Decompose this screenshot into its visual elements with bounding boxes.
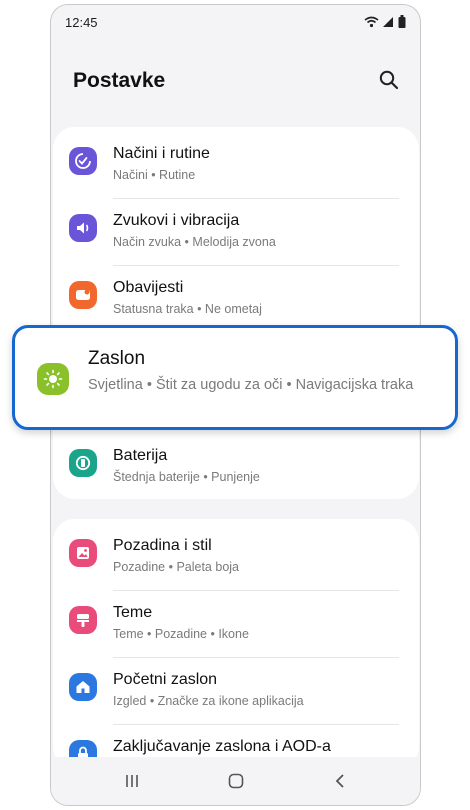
display-sun-icon [37,363,69,395]
settings-item-battery[interactable]: Baterija Štednja baterije • Punjenje [53,431,419,498]
settings-item-title: Načini i rutine [113,145,210,162]
settings-item-subtitle: Teme • Pozadine • Ikone [113,627,249,641]
home-nav-icon [228,773,244,789]
recent-apps-button[interactable] [117,769,147,793]
status-time: 12:45 [65,15,98,30]
settings-item-title: Zvukovi i vibracija [113,212,240,229]
battery-status-icon [398,15,406,28]
themes-icon [69,606,97,634]
settings-item-themes[interactable]: Teme Teme • Pozadine • Ikone [53,588,419,655]
home-icon [69,673,97,701]
wifi-icon [364,16,379,27]
settings-item-display-highlighted[interactable]: Zaslon Svjetlina • Štit za ugodu za oči … [12,325,458,430]
settings-item-home-screen[interactable]: Početni zaslon Izgled • Značke za ikone … [53,655,419,722]
navigation-bar [51,757,420,805]
settings-item-notifications[interactable]: Obavijesti Statusna traka • Ne ometaj [53,263,419,330]
search-button[interactable] [376,67,402,93]
settings-item-title: Zaključavanje zaslona i AOD-a [113,738,331,755]
home-button[interactable] [221,769,251,793]
settings-item-title: Početni zaslon [113,671,218,688]
settings-item-title: Baterija [113,447,168,464]
settings-item-title: Obavijesti [113,279,184,296]
wallpaper-icon [69,539,97,567]
modes-routines-icon [69,147,97,175]
settings-item-sounds[interactable]: Zvukovi i vibracija Način zvuka • Melodi… [53,196,419,263]
recent-apps-icon [126,775,138,787]
settings-item-wallpaper[interactable]: Pozadina i stil Pozadine • Paleta boja [53,521,419,588]
settings-item-title: Teme [113,604,153,621]
settings-item-subtitle: Načini • Rutine [113,168,196,182]
status-bar: 12:45 [51,5,420,39]
settings-item-subtitle: Izgled • Značke za ikone aplikacija [113,694,304,708]
search-icon [379,70,399,90]
back-button[interactable] [325,769,355,793]
settings-item-title: Zaslon [88,348,146,369]
sound-icon [69,214,97,242]
settings-item-subtitle: Način zvuka • Melodija zvona [113,235,276,249]
settings-item-subtitle: Svjetlina • Štit za ugodu za oči • Navig… [88,377,414,393]
battery-icon [69,449,97,477]
settings-item-modes[interactable]: Načini i rutine Načini • Rutine [53,129,419,196]
settings-item-title: Pozadina i stil [113,537,212,554]
settings-item-subtitle: Pozadine • Paleta boja [113,560,239,574]
settings-item-subtitle: Štednja baterije • Punjenje [113,470,260,484]
back-icon [335,774,344,788]
status-icons [364,15,406,28]
settings-group-1: Načini i rutine Načini • Rutine Zvukovi … [53,127,419,499]
settings-group-2: Pozadina i stil Pozadine • Paleta boja T… [53,519,419,769]
page-title: Postavke [73,69,166,92]
signal-icon [383,16,393,27]
settings-item-subtitle: Statusna traka • Ne ometaj [113,302,262,316]
notifications-icon [69,281,97,309]
